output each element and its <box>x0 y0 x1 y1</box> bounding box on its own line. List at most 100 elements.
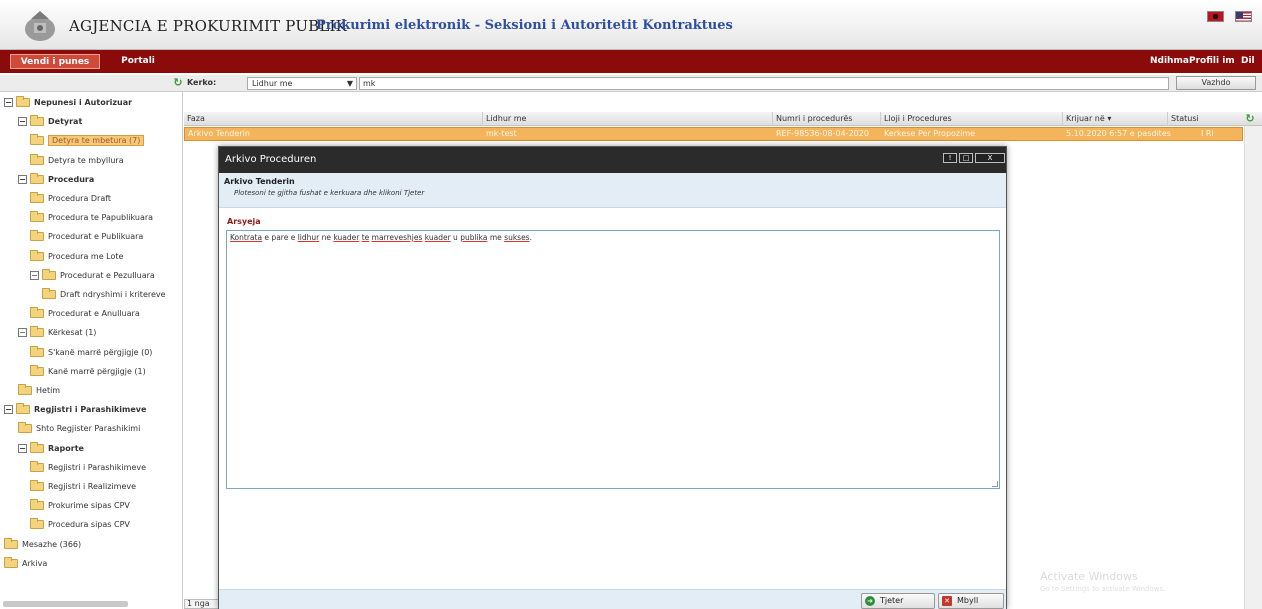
tree-item-label: Nepunesi i Autorizuar <box>34 98 133 107</box>
next-button[interactable]: ➜ Tjeter <box>861 593 935 609</box>
folder-icon <box>30 230 44 242</box>
tree-item[interactable]: − Regjistri i Parashikimeve <box>4 402 146 418</box>
folder-icon <box>30 499 44 511</box>
arrow-right-icon: ➜ <box>865 596 875 606</box>
nav-profile-link[interactable]: Profili im <box>1189 54 1235 69</box>
albanian-flag-icon[interactable] <box>1207 11 1224 22</box>
tree-item-label: Detyra te mbetura (7) <box>48 135 145 147</box>
tree-item-label: Regjistri i Realizimeve <box>48 482 137 491</box>
cell-krijuar: 5.10.2020 6:57 e pasdites <box>1066 129 1171 138</box>
column-header-lidhur-me[interactable]: Lidhur me <box>482 112 526 126</box>
nav-logout-link[interactable]: Dil <box>1241 54 1255 69</box>
grid-toolbar <box>184 92 1262 112</box>
tree-item-label: Mesazhe (366) <box>22 539 82 549</box>
maximize-icon[interactable]: □ <box>959 153 973 163</box>
grid-header: Faza Lidhur me Numri i procedurës Lloji … <box>184 112 1262 126</box>
tree-item-label: Shto Regjister Parashikimi <box>36 424 141 434</box>
tree-item[interactable]: Draft ndryshimi i kritereve <box>42 287 166 303</box>
collapse-toggle-icon[interactable]: − <box>18 328 27 338</box>
search-select-value: Lidhur me <box>252 79 293 88</box>
cell-lidhur-me: mk-test <box>486 129 517 138</box>
column-header-faza[interactable]: Faza <box>184 112 205 126</box>
tree-item[interactable]: Detyra te mbyllura <box>30 153 124 169</box>
tree-item-label: Raporte <box>48 443 84 453</box>
folder-icon <box>18 384 32 395</box>
tab-vendi-i-punes[interactable]: Vendi i punes <box>10 54 100 69</box>
tree-item[interactable]: − Nepunesi i Autorizuar <box>4 95 132 111</box>
resize-handle-icon[interactable] <box>992 481 998 487</box>
tree-item[interactable]: − Kërkesat (1) <box>18 325 96 341</box>
tree-item[interactable]: Procedura sipas CPV <box>30 517 130 533</box>
tree-item[interactable]: Regjistri i Parashikimeve <box>30 460 146 476</box>
reason-text-segment: e pare e <box>262 233 298 242</box>
folder-icon <box>30 249 44 261</box>
sidebar-horizontal-scrollbar[interactable] <box>3 601 128 607</box>
tree-item-label: Procedura Draft <box>48 194 112 203</box>
dialog-title-bar[interactable]: Arkivo Proceduren ! □ X <box>219 147 1006 173</box>
watermark-line2: Go to Settings to activate Windows. <box>1040 585 1166 593</box>
collapse-toggle-icon[interactable]: − <box>18 174 27 184</box>
close-icon[interactable]: X <box>975 153 1005 163</box>
folder-icon <box>30 441 44 453</box>
tree-item[interactable]: Procedura te Papublikuara <box>30 210 153 226</box>
tree-item[interactable]: Procedurat e Anulluara <box>30 306 140 322</box>
tab-portali[interactable]: Portali <box>118 54 158 69</box>
tree-item[interactable]: Procedurat e Publikuara <box>30 229 143 245</box>
dialog-section-desc: Plotesoni te gjitha fushat e kerkuara dh… <box>234 189 425 197</box>
cell-faza: Arkivo Tenderin <box>188 129 250 138</box>
tree-item[interactable]: Shto Regjister Parashikimi <box>18 421 140 437</box>
search-input[interactable]: mk <box>359 77 1169 90</box>
table-row[interactable]: Arkivo Tenderin mk-test REF-98536-08-04-… <box>184 127 1243 141</box>
reason-text-segment: lidhur <box>297 233 320 242</box>
column-header-lloji[interactable]: Lloji i Procedures <box>880 112 952 126</box>
column-header-numri[interactable]: Numri i procedurës <box>772 112 852 126</box>
collapse-toggle-icon[interactable]: − <box>18 443 27 453</box>
tree-item-label: Procedura me Lote <box>48 251 124 261</box>
nav-help-link[interactable]: Ndihma <box>1150 54 1189 69</box>
folder-icon <box>16 96 30 107</box>
folder-icon <box>30 480 44 491</box>
info-icon[interactable]: ! <box>943 153 957 163</box>
reason-text: Kontrata e pare e lidhur ne kuader te ma… <box>230 233 532 242</box>
search-continue-button[interactable]: Vazhdo <box>1176 76 1256 90</box>
folder-icon <box>30 211 44 223</box>
agency-emblem-icon <box>25 11 55 41</box>
search-field-select[interactable]: Lidhur me ▼ <box>247 77 357 90</box>
tree-refresh-icon[interactable]: ↻ <box>172 77 184 89</box>
tree-item[interactable]: − Raporte <box>18 441 84 457</box>
column-header-krijuar[interactable]: Krijuar në ▾ <box>1062 112 1111 126</box>
folder-icon <box>16 403 30 415</box>
english-flag-icon[interactable] <box>1235 11 1252 22</box>
collapse-toggle-icon[interactable]: − <box>4 98 13 107</box>
grid-refresh-icon[interactable]: ↻ <box>1244 113 1256 125</box>
tree-item-label: Arkiva <box>22 558 48 568</box>
dialog-footer: ➜ Tjeter ✕ Mbyll <box>219 589 1006 609</box>
close-button[interactable]: ✕ Mbyll <box>938 593 1004 609</box>
reason-text-segment: . <box>529 233 532 242</box>
chevron-down-icon: ▼ <box>346 79 353 88</box>
tree-item[interactable]: Regjistri i Realizimeve <box>30 479 136 495</box>
app-window: AGJENCIA E PROKURIMIT PUBLIK Prokurimi e… <box>0 0 1262 609</box>
column-header-statusi[interactable]: Statusi <box>1167 112 1199 126</box>
folder-icon <box>30 115 44 127</box>
tree-item[interactable]: S'kanë marrë përgjigje (0) <box>30 345 152 361</box>
tree-item[interactable]: Kanë marrë përgjigje (1) <box>30 364 146 380</box>
collapse-toggle-icon[interactable]: − <box>4 405 13 415</box>
reason-textarea[interactable]: Kontrata e pare e lidhur ne kuader te ma… <box>226 230 1000 489</box>
tree-item[interactable]: − Detyrat <box>18 114 82 130</box>
tree-item[interactable]: Arkiva <box>4 556 47 572</box>
collapse-toggle-icon[interactable]: − <box>30 270 39 280</box>
tree-item[interactable]: Prokurime sipas CPV <box>30 498 130 514</box>
cell-numri: REF-98536-08-04-2020 <box>776 129 869 138</box>
grid-vertical-scrollbar[interactable] <box>1244 126 1262 609</box>
tree-item[interactable]: Procedura Draft <box>30 191 111 207</box>
tree-item[interactable]: Procedura me Lote <box>30 249 123 265</box>
tree-item[interactable]: Mesazhe (366) <box>4 537 81 553</box>
reason-text-segment: u <box>450 233 461 242</box>
tree-item[interactable]: − Procedurat e Pezulluara <box>30 268 155 284</box>
tree-item[interactable]: Detyra te mbetura (7) <box>30 133 145 149</box>
tree-item[interactable]: Hetim <box>18 383 60 399</box>
tree-item-label: S'kanë marrë përgjigje (0) <box>48 347 153 357</box>
tree-item[interactable]: − Procedura <box>18 172 94 188</box>
collapse-toggle-icon[interactable]: − <box>18 117 27 127</box>
